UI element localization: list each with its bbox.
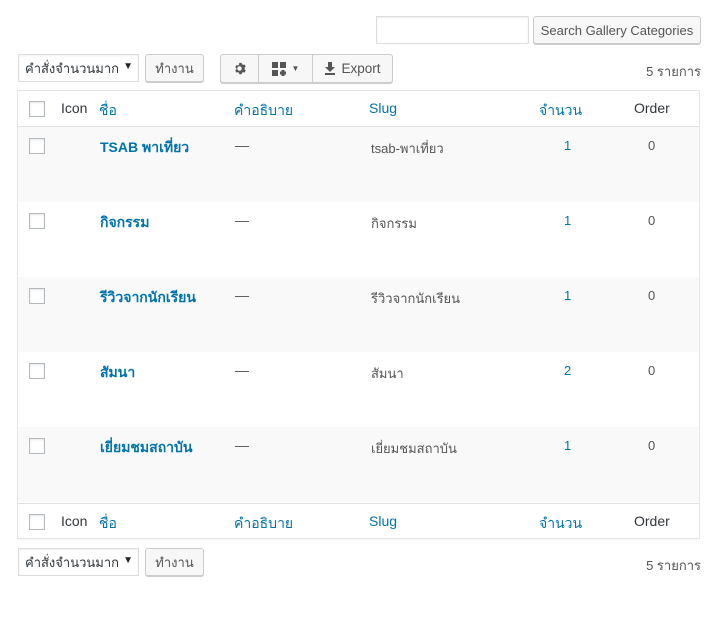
table-header: Icon ชื่อ คำอธิบาย Slug จำนวน Order xyxy=(18,91,699,127)
category-count-link[interactable]: 2 xyxy=(564,363,571,378)
category-order: 0 xyxy=(648,438,656,453)
items-count: 5 รายการ xyxy=(646,64,701,79)
category-name-link[interactable]: เยี่ยมชมสถาบัน xyxy=(100,437,193,459)
row-checkbox[interactable] xyxy=(29,363,45,379)
table-row: รีวิวจากนักเรียน — รีวิวจากนักเรียน 1 0 xyxy=(18,277,699,352)
gear-icon xyxy=(235,62,246,75)
column-slug[interactable]: Slug xyxy=(369,513,397,529)
column-name[interactable]: ชื่อ xyxy=(99,100,117,122)
category-count-link[interactable]: 1 xyxy=(564,138,571,153)
download-icon xyxy=(325,62,336,75)
row-checkbox[interactable] xyxy=(29,438,45,454)
column-slug[interactable]: Slug xyxy=(369,100,397,116)
select-all-checkbox[interactable] xyxy=(29,514,45,530)
table-footer: Icon ชื่อ คำอธิบาย Slug จำนวน Order xyxy=(18,503,699,539)
select-all-checkbox[interactable] xyxy=(29,101,45,117)
row-checkbox[interactable] xyxy=(29,213,45,229)
category-slug: สัมนา xyxy=(371,366,404,381)
category-name-link[interactable]: สัมนา xyxy=(100,362,135,384)
category-order: 0 xyxy=(648,363,656,378)
caret-down-icon: ▼ xyxy=(123,61,133,72)
category-count-link[interactable]: 1 xyxy=(564,213,571,228)
bulk-action-selected: คำสั่งจำนวนมาก xyxy=(25,554,120,570)
bulk-action-select[interactable]: คำสั่งจำนวนมาก ▼ xyxy=(18,54,139,82)
items-count-bottom: 5 รายการ xyxy=(646,558,701,573)
column-count[interactable]: จำนวน xyxy=(539,513,582,535)
category-count-link[interactable]: 1 xyxy=(564,288,571,303)
table-row: เยี่ยมชมสถาบัน — เยี่ยมชมสถาบัน 1 0 xyxy=(18,427,699,502)
category-description: — xyxy=(235,437,249,453)
search-input[interactable] xyxy=(376,16,529,44)
category-name-link[interactable]: TSAB พาเที่ยว xyxy=(100,137,189,159)
column-description[interactable]: คำอธิบาย xyxy=(234,513,293,535)
column-order: Order xyxy=(634,100,670,116)
column-count[interactable]: จำนวน xyxy=(539,100,582,122)
category-slug: รีวิวจากนักเรียน xyxy=(371,291,461,306)
view-mode-button[interactable]: ▼ xyxy=(259,55,313,82)
category-description: — xyxy=(235,137,249,153)
caret-down-icon: ▼ xyxy=(123,555,133,566)
column-description[interactable]: คำอธิบาย xyxy=(234,100,293,122)
table-row: สัมนา — สัมนา 2 0 xyxy=(18,352,699,427)
grid-icon xyxy=(271,61,286,76)
export-button[interactable]: Export xyxy=(313,55,392,82)
view-toolbar: ▼ Export xyxy=(220,54,393,83)
settings-button[interactable] xyxy=(221,55,259,82)
category-order: 0 xyxy=(648,213,656,228)
table-row: TSAB พาเที่ยว — tsab-พาเที่ยว 1 0 xyxy=(18,127,699,202)
bulk-action-selected: คำสั่งจำนวนมาก xyxy=(25,60,120,76)
category-order: 0 xyxy=(648,288,656,303)
column-icon: Icon xyxy=(61,100,88,116)
category-name-link[interactable]: กิจกรรม xyxy=(100,212,149,234)
category-order: 0 xyxy=(648,138,656,153)
row-checkbox[interactable] xyxy=(29,138,45,154)
category-description: — xyxy=(235,362,249,378)
category-slug: เยี่ยมชมสถาบัน xyxy=(371,441,457,456)
export-label: Export xyxy=(341,61,381,76)
column-order: Order xyxy=(634,513,670,529)
column-name[interactable]: ชื่อ xyxy=(99,513,117,535)
categories-table: Icon ชื่อ คำอธิบาย Slug จำนวน Order TSAB… xyxy=(17,90,700,539)
category-description: — xyxy=(235,287,249,303)
table-row: กิจกรรม — กิจกรรม 1 0 xyxy=(18,202,699,277)
row-checkbox[interactable] xyxy=(29,288,45,304)
category-slug: กิจกรรม xyxy=(371,216,417,231)
apply-button[interactable]: ทำงาน xyxy=(145,54,204,82)
search-button[interactable]: Search Gallery Categories xyxy=(533,16,701,44)
caret-down-icon: ▼ xyxy=(291,64,300,73)
apply-button-bottom[interactable]: ทำงาน xyxy=(145,548,204,576)
category-description: — xyxy=(235,212,249,228)
bulk-action-select-bottom[interactable]: คำสั่งจำนวนมาก ▼ xyxy=(18,548,139,576)
category-name-link[interactable]: รีวิวจากนักเรียน xyxy=(100,287,196,309)
category-slug: tsab-พาเที่ยว xyxy=(371,141,444,156)
category-count-link[interactable]: 1 xyxy=(564,438,571,453)
column-icon: Icon xyxy=(61,513,88,529)
